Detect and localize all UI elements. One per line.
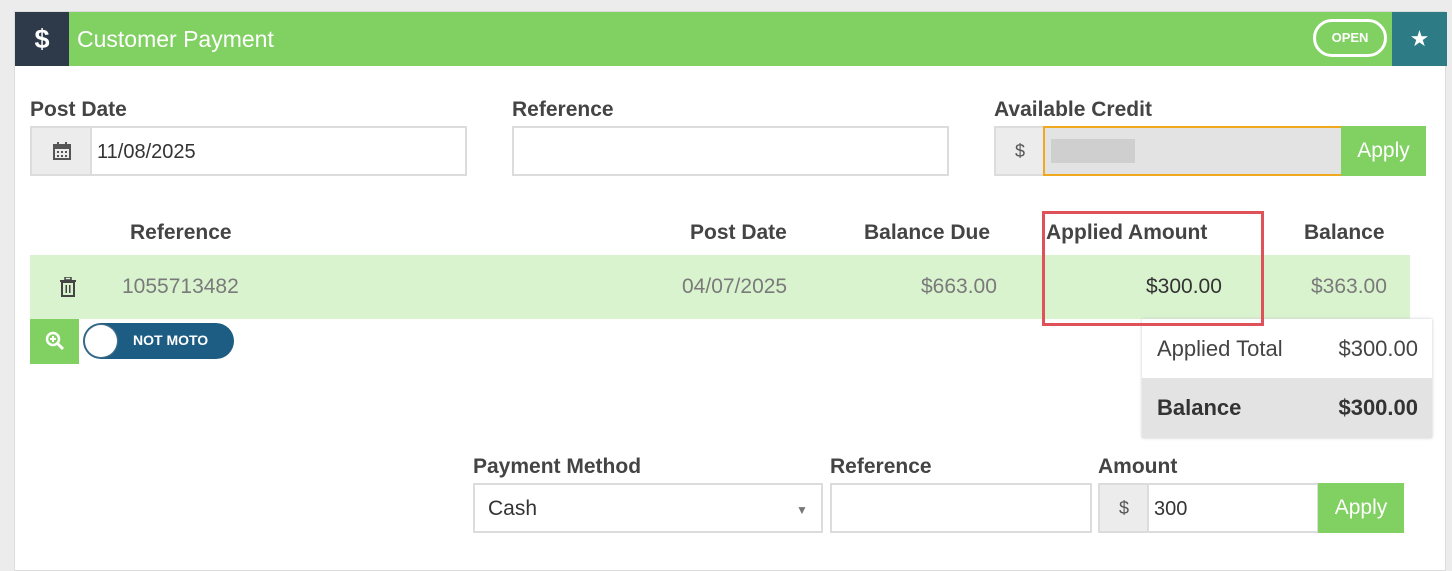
balance-row: Balance $300.00	[1142, 378, 1432, 438]
star-icon[interactable]: ★	[1392, 12, 1447, 66]
reference-label: Reference	[512, 98, 614, 121]
apply-payment-button[interactable]: Apply	[1318, 483, 1404, 533]
dollar-icon: $	[15, 12, 69, 66]
col-header-reference: Reference	[130, 221, 232, 244]
moto-toggle-label: NOT MOTO	[133, 332, 209, 348]
payment-reference-label: Reference	[830, 455, 932, 478]
balance-value: $300.00	[1338, 395, 1418, 420]
applied-total-value: $300.00	[1338, 336, 1418, 361]
amount-label: Amount	[1098, 455, 1178, 478]
payment-method-value: Cash	[488, 497, 538, 520]
redacted-credit-value	[1051, 139, 1135, 163]
amount-input[interactable]: 300	[1147, 483, 1319, 533]
balance-label: Balance	[1157, 395, 1242, 420]
row-reference: 1055713482	[122, 275, 239, 298]
reference-input[interactable]	[512, 126, 949, 176]
credit-currency-addon: $	[994, 126, 1044, 176]
apply-credit-button[interactable]: Apply	[1341, 126, 1426, 176]
payment-reference-input[interactable]	[830, 483, 1092, 533]
chevron-down-icon: ▼	[796, 503, 808, 517]
trash-icon[interactable]	[59, 276, 77, 302]
moto-toggle[interactable]: NOT MOTO	[83, 323, 234, 359]
row-balance-due: $663.00	[921, 275, 997, 298]
page-title: Customer Payment	[77, 26, 274, 52]
post-date-value: 11/08/2025	[97, 141, 196, 163]
col-header-balance: Balance	[1304, 221, 1385, 244]
col-header-balance-due: Balance Due	[864, 221, 991, 244]
payment-method-select[interactable]: Cash ▼	[473, 483, 823, 533]
available-credit-label: Available Credit	[994, 98, 1152, 121]
row-post-date: 04/07/2025	[682, 275, 788, 298]
calendar-icon	[53, 142, 71, 160]
payment-method-label: Payment Method	[473, 455, 642, 478]
zoom-in-icon	[45, 331, 64, 351]
calendar-button[interactable]	[30, 126, 92, 176]
post-date-input[interactable]: 11/08/2025	[90, 126, 467, 176]
amount-currency-addon: $	[1098, 483, 1148, 533]
row-balance: $363.00	[1311, 275, 1387, 298]
customer-payment-panel: $ Customer Payment OPEN ★ Post Date 11/0…	[14, 11, 1447, 571]
amount-value: 300	[1154, 498, 1188, 520]
col-header-post-date: Post Date	[690, 221, 787, 244]
applied-total-row: Applied Total $300.00	[1142, 319, 1432, 378]
zoom-in-button[interactable]	[30, 319, 79, 364]
available-credit-input[interactable]	[1043, 126, 1343, 176]
applied-amount-highlight	[1042, 211, 1264, 326]
applied-total-label: Applied Total	[1157, 336, 1283, 361]
post-date-label: Post Date	[30, 98, 127, 121]
panel-header: $ Customer Payment OPEN ★	[15, 12, 1447, 66]
toggle-knob	[85, 325, 117, 357]
status-badge: OPEN	[1313, 19, 1387, 57]
totals-summary: Applied Total $300.00 Balance $300.00	[1142, 319, 1432, 438]
